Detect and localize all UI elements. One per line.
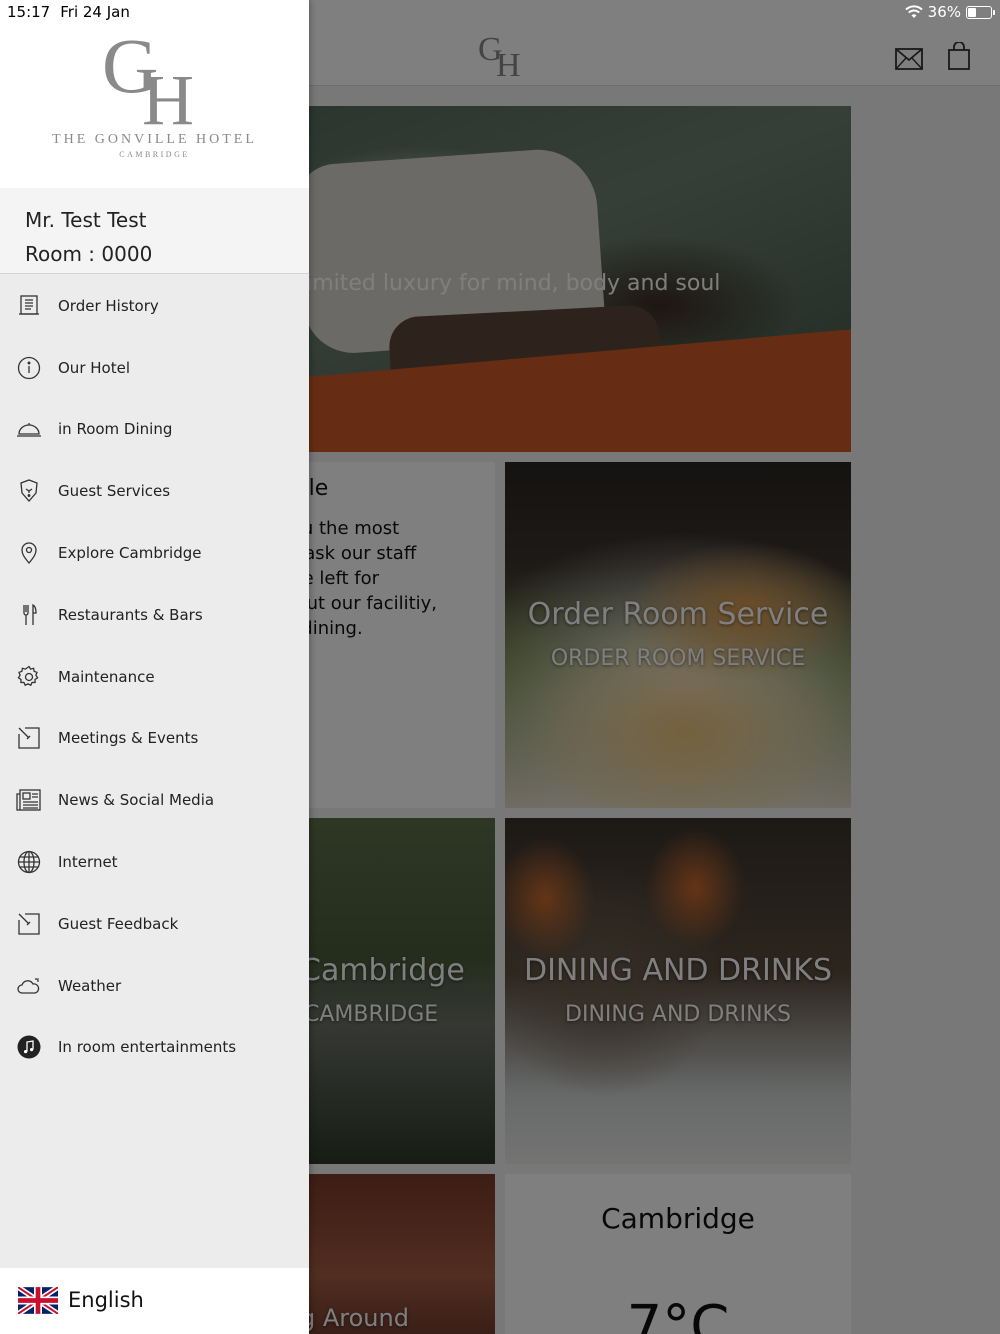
menu-item-entertainment[interactable]: In room entertainments [0,1017,309,1079]
menu-item-news-social[interactable]: News & Social Media [0,769,309,831]
hotel-logo-panel: G H THE GONVILLE HOTEL CAMBRIDGE [0,0,309,188]
menu-item-label: Order History [58,296,159,315]
menu-item-restaurants-bars[interactable]: Restaurants & Bars [0,584,309,646]
status-date: Fri 24 Jan [60,3,130,21]
receipt-icon [16,293,42,319]
hotel-name: THE GONVILLE HOTEL [52,132,257,147]
menu-item-weather[interactable]: Weather [0,955,309,1017]
edit-note-icon [16,725,42,751]
menu-item-label: Explore Cambridge [58,544,202,563]
gear-icon [16,664,42,690]
language-selector[interactable]: English [0,1268,309,1334]
partly-cloudy-icon [16,973,42,999]
menu-item-label: Guest Services [58,482,171,501]
menu-item-our-hotel[interactable]: Our Hotel [0,337,309,399]
cutlery-icon [16,602,42,628]
menu-item-label: Maintenance [58,667,155,686]
globe-icon [16,849,42,875]
wifi-icon [904,5,923,18]
menu-item-in-room-dining[interactable]: in Room Dining [0,399,309,461]
menu-item-label: Restaurants & Bars [58,605,203,624]
menu-item-label: Meetings & Events [58,729,199,748]
drawer-menu: Order History Our Hotel in Room Dining G… [0,275,309,1078]
status-bar-left: 15:17 Fri 24 Jan [7,3,130,21]
guest-name: Mr. Test Test [25,208,147,232]
menu-item-label: Internet [58,853,118,872]
battery-icon [966,5,995,19]
status-bar-right: 36% [904,3,995,21]
cloche-icon [16,416,42,442]
guest-room: Room : 0000 [25,242,153,266]
menu-item-guest-feedback[interactable]: Guest Feedback [0,893,309,955]
menu-item-guest-services[interactable]: Guest Services [0,460,309,522]
hotel-logo: G H [102,28,194,128]
menu-item-maintenance[interactable]: Maintenance [0,646,309,708]
battery-level [968,7,976,17]
map-pin-icon [16,540,42,566]
status-time: 15:17 [7,3,51,21]
info-icon [16,355,42,381]
menu-item-label: Our Hotel [58,358,130,377]
menu-item-order-history[interactable]: Order History [0,275,309,337]
menu-item-label: in Room Dining [58,420,173,439]
svg-text:H: H [142,60,194,128]
menu-item-label: Guest Feedback [58,914,179,933]
menu-item-meetings-events[interactable]: Meetings & Events [0,708,309,770]
butler-icon [16,478,42,504]
uk-flag-icon [18,1287,58,1314]
hotel-city: CAMBRIDGE [119,150,190,159]
menu-item-label: News & Social Media [58,791,215,810]
menu-item-label: Weather [58,976,122,995]
battery-percent: 36% [927,3,961,21]
language-label: English [68,1288,144,1312]
menu-item-internet[interactable]: Internet [0,831,309,893]
music-note-icon [16,1034,42,1060]
newspaper-icon [16,787,42,813]
menu-item-label: In room entertainments [58,1038,237,1057]
side-drawer: G H THE GONVILLE HOTEL CAMBRIDGE 15:17 Fr… [0,0,309,1334]
edit-note-icon [16,911,42,937]
guest-info: Mr. Test Test Room : 0000 [0,188,309,274]
menu-item-explore-cambridge[interactable]: Explore Cambridge [0,522,309,584]
